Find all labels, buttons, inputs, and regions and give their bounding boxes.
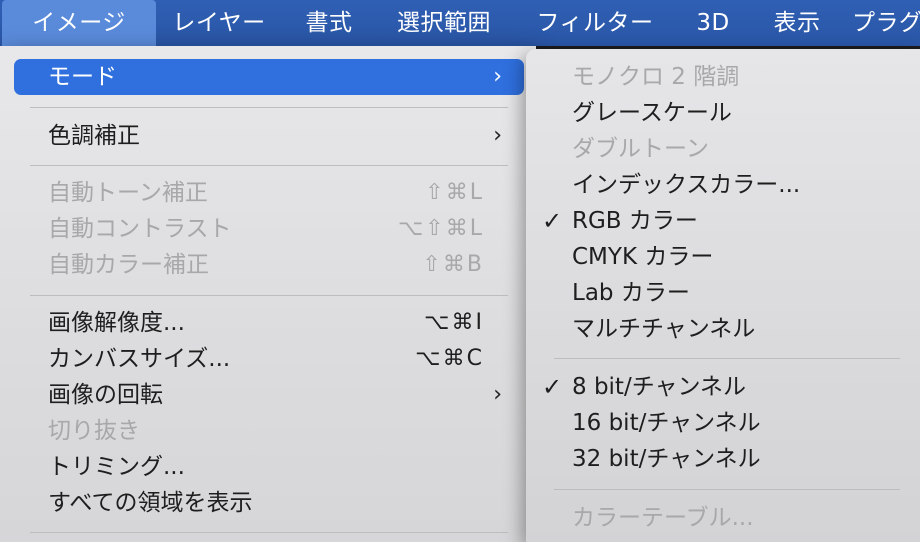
chevron-right-icon: › — [493, 382, 502, 407]
menu-item-label: RGB カラー — [572, 208, 698, 234]
menubar-view[interactable]: 表示 — [756, 0, 838, 46]
menubar-filter[interactable]: フィルター — [520, 0, 670, 46]
menu-item-auto-tone[interactable]: 自動トーン補正 ⇧⌘L — [14, 175, 524, 211]
menu-item-mode[interactable]: モード › — [14, 59, 524, 95]
menu-item-label: 自動カラー補正 — [48, 252, 209, 278]
menu-separator — [30, 165, 508, 166]
menu-item-label: すべての領域を表示 — [48, 490, 253, 516]
menu-item-label: 16 bit/チャンネル — [572, 410, 761, 436]
menu-item-label: カンバスサイズ... — [48, 346, 231, 372]
menu-item-label: 自動コントラスト — [48, 216, 232, 242]
mode-submenu: モノクロ 2 階調 グレースケール ダブルトーン インデックスカラー... ✓ … — [526, 49, 920, 542]
menu-separator — [30, 532, 508, 533]
menu-item-image-rotation[interactable]: 画像の回転 › — [14, 377, 524, 413]
menubar-layer[interactable]: レイヤー — [160, 0, 278, 46]
chevron-right-icon: › — [493, 64, 502, 89]
mode-item-16bit[interactable]: 16 bit/チャンネル — [538, 405, 908, 441]
menu-item-image-size[interactable]: 画像解像度... ⌥⌘I — [14, 305, 524, 341]
mode-item-bitmap[interactable]: モノクロ 2 階調 — [538, 59, 908, 95]
menu-item-label: カラーテーブル... — [572, 505, 754, 531]
menu-separator — [554, 358, 900, 359]
menu-item-label: モード — [48, 64, 117, 90]
keyboard-shortcut: ⌥⌘C — [415, 346, 484, 371]
menu-item-canvas-size[interactable]: カンバスサイズ... ⌥⌘C — [14, 341, 524, 377]
menubar-3d[interactable]: 3D — [684, 0, 742, 46]
menu-item-label: 切り抜き — [48, 418, 140, 444]
checkmark-icon: ✓ — [542, 207, 563, 235]
menubar-select[interactable]: 選択範囲 — [380, 0, 508, 46]
keyboard-shortcut: ⌥⌘I — [424, 310, 484, 335]
menu-item-label: モノクロ 2 階調 — [572, 64, 740, 90]
menu-item-trim[interactable]: トリミング... — [14, 449, 524, 485]
menu-item-auto-color[interactable]: 自動カラー補正 ⇧⌘B — [14, 247, 524, 283]
mode-item-color-table[interactable]: カラーテーブル... — [538, 500, 908, 536]
menu-item-crop[interactable]: 切り抜き — [14, 413, 524, 449]
menubar-plugins[interactable]: プラグ — [852, 0, 920, 46]
menu-item-label: 8 bit/チャンネル — [572, 374, 747, 400]
menu-item-label: ダブルトーン — [572, 136, 709, 162]
menu-item-label: 色調補正 — [48, 123, 140, 149]
menu-bar: イメージ レイヤー 書式 選択範囲 フィルター 3D 表示 プラグ — [0, 0, 920, 46]
menu-item-label: グレースケール — [572, 100, 732, 126]
keyboard-shortcut: ⇧⌘B — [422, 252, 484, 277]
menu-item-label: マルチチャンネル — [572, 316, 756, 342]
menu-item-auto-contrast[interactable]: 自動コントラスト ⌥⇧⌘L — [14, 211, 524, 247]
menu-item-label: インデックスカラー... — [572, 172, 801, 198]
mode-item-cmyk-color[interactable]: CMYK カラー — [538, 239, 908, 275]
keyboard-shortcut: ⌥⇧⌘L — [397, 216, 484, 241]
menubar-type[interactable]: 書式 — [288, 0, 370, 46]
mode-item-8bit[interactable]: ✓ 8 bit/チャンネル — [538, 369, 908, 405]
mode-item-multichannel[interactable]: マルチチャンネル — [538, 311, 908, 347]
menu-item-label: 自動トーン補正 — [48, 180, 208, 206]
menu-item-label: トリミング... — [48, 454, 185, 480]
mode-item-grayscale[interactable]: グレースケール — [538, 95, 908, 131]
mode-item-indexed-color[interactable]: インデックスカラー... — [538, 167, 908, 203]
menu-separator — [554, 489, 900, 490]
menu-item-label: 32 bit/チャンネル — [572, 446, 761, 472]
checkmark-icon: ✓ — [542, 373, 563, 401]
menu-item-adjustments[interactable]: 色調補正 › — [14, 118, 524, 154]
chevron-right-icon: › — [493, 123, 502, 148]
menu-separator — [30, 295, 508, 296]
keyboard-shortcut: ⇧⌘L — [425, 180, 484, 205]
menu-item-reveal-all[interactable]: すべての領域を表示 — [14, 485, 524, 521]
menu-item-label: 画像の回転 — [48, 382, 163, 408]
menubar-image[interactable]: イメージ — [2, 0, 156, 46]
menu-separator — [30, 107, 508, 108]
mode-item-duotone[interactable]: ダブルトーン — [538, 131, 908, 167]
menu-item-label: 画像解像度... — [48, 310, 185, 336]
menu-item-label: Lab カラー — [572, 280, 690, 306]
menu-item-label: CMYK カラー — [572, 244, 714, 270]
mode-item-32bit[interactable]: 32 bit/チャンネル — [538, 441, 908, 477]
mode-item-rgb-color[interactable]: ✓ RGB カラー — [538, 203, 908, 239]
mode-item-lab-color[interactable]: Lab カラー — [538, 275, 908, 311]
image-menu: モード › 色調補正 › 自動トーン補正 ⇧⌘L 自動コントラスト ⌥⇧⌘L 自… — [0, 46, 536, 542]
